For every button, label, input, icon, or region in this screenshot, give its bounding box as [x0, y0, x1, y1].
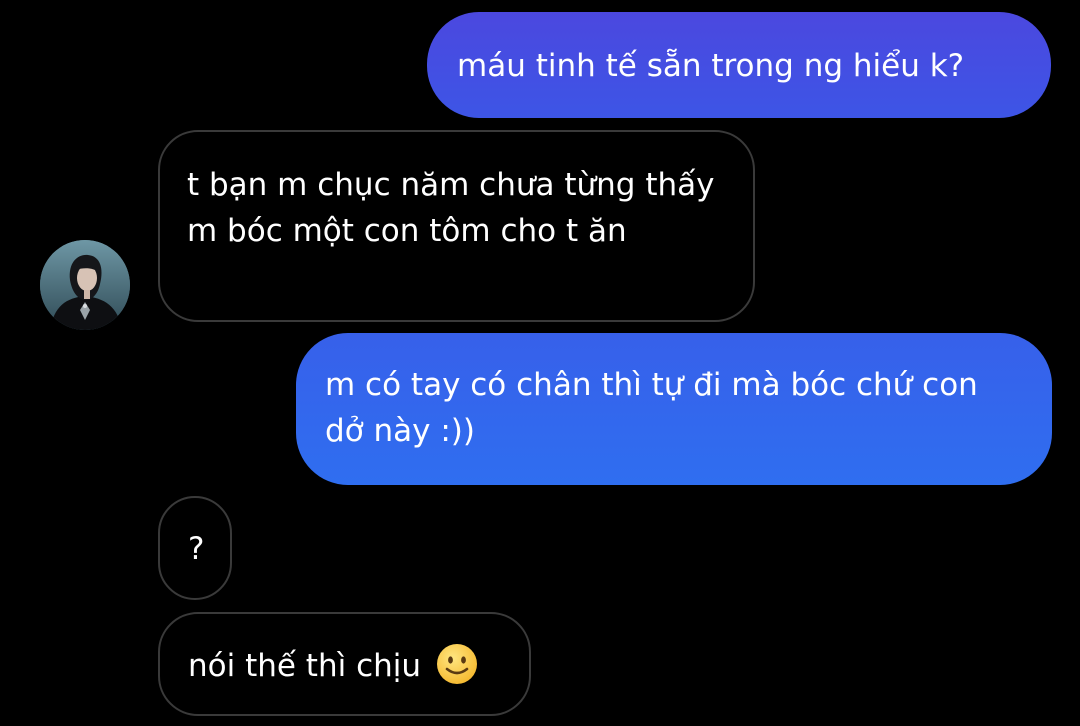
avatar-photo-icon — [40, 240, 130, 330]
incoming-message-bubble[interactable]: t bạn m chục năm chưa từng thấy m bóc mộ… — [158, 130, 755, 322]
outgoing-message-bubble[interactable]: m có tay có chân thì tự đi mà bóc chứ co… — [296, 333, 1052, 485]
slightly-smiling-face-icon — [436, 644, 477, 684]
message-text: nói thế thì chịu — [188, 648, 422, 684]
contact-avatar[interactable] — [40, 240, 130, 330]
incoming-message-bubble[interactable]: nói thế thì chịu — [158, 612, 531, 716]
incoming-message-bubble[interactable]: ? — [158, 496, 232, 600]
message-text: máu tinh tế sẵn trong ng hiểu k? — [457, 48, 965, 84]
message-text: m có tay có chân thì tự đi mà bóc chứ co… — [325, 367, 978, 449]
message-text: ? — [188, 531, 205, 567]
outgoing-message-bubble[interactable]: máu tinh tế sẵn trong ng hiểu k? — [427, 12, 1051, 118]
message-text: t bạn m chục năm chưa từng thấy m bóc mộ… — [187, 167, 715, 249]
